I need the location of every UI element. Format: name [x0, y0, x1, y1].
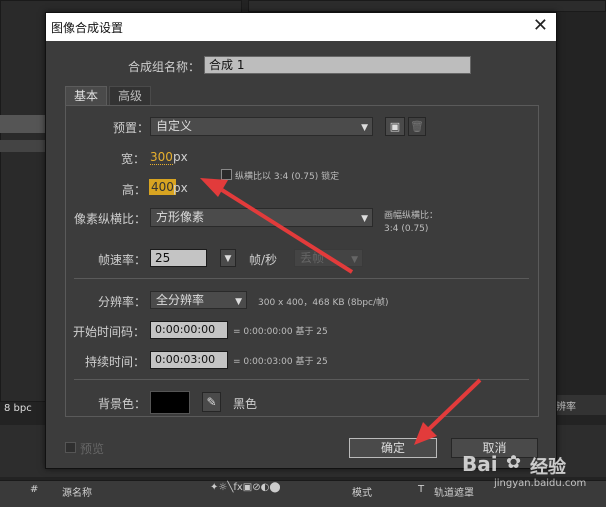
baidu-watermark: Bai ✿ 经验 jingyan.baidu.com [460, 450, 606, 494]
watermark-brand2: 经验 [530, 457, 566, 478]
watermark-brand: Bai [462, 452, 498, 476]
watermark-url: jingyan.baidu.com [494, 478, 587, 489]
arrow-to-ok [414, 378, 482, 445]
paw-icon: ✿ [506, 452, 522, 473]
arrow-to-height [200, 178, 354, 274]
annotation-arrows [200, 178, 482, 445]
